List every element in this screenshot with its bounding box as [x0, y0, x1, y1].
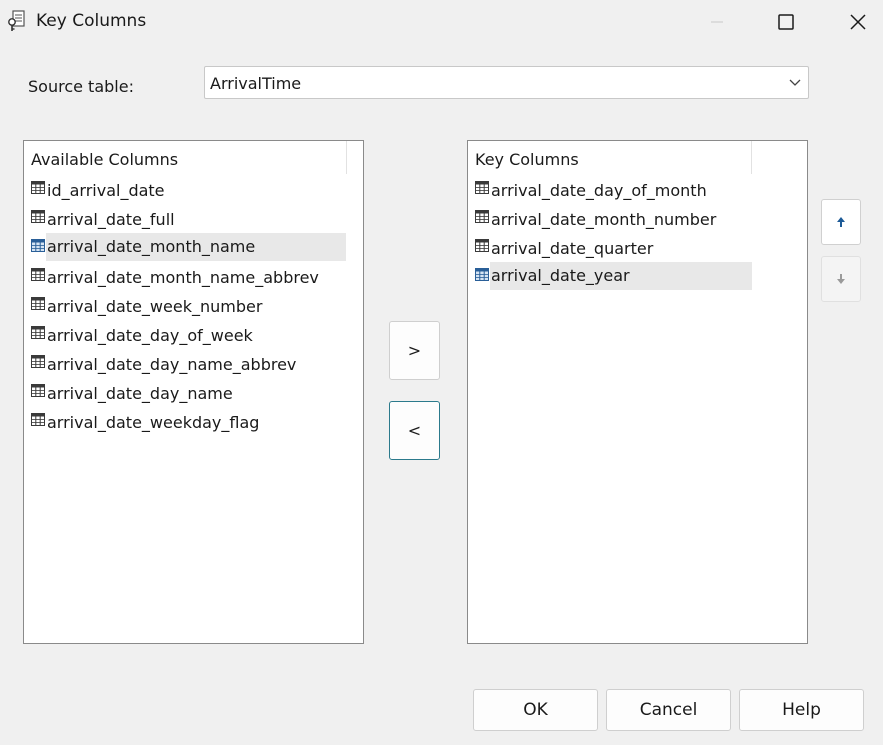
list-item-label: arrival_date_day_name — [47, 384, 233, 403]
close-button[interactable] — [835, 0, 881, 44]
minimize-icon — [711, 21, 723, 23]
column-icon — [475, 210, 489, 223]
key-columns-header[interactable]: Key Columns — [468, 141, 752, 174]
window-title: Key Columns — [36, 11, 147, 31]
chevron-down-icon — [789, 79, 801, 86]
available-columns-list[interactable]: Available Columns id_arrival_datearrival… — [23, 140, 364, 644]
available-columns-header-label: Available Columns — [31, 150, 179, 169]
minimize-button[interactable] — [694, 0, 740, 44]
list-item-label: arrival_date_quarter — [491, 239, 654, 258]
column-icon — [475, 181, 489, 194]
list-item-label: arrival_date_day_of_month — [491, 181, 707, 200]
list-item-label: arrival_date_year — [490, 262, 752, 290]
ok-button[interactable]: OK — [473, 689, 598, 731]
key-table-icon — [8, 10, 25, 31]
column-selected-icon — [31, 239, 45, 252]
help-button[interactable]: Help — [739, 689, 864, 731]
arrow-down-icon — [837, 274, 845, 284]
available-columns-header[interactable]: Available Columns — [24, 141, 347, 174]
column-icon — [31, 297, 45, 310]
list-item-label: arrival_date_week_number — [47, 297, 263, 316]
move-up-button[interactable] — [821, 199, 861, 245]
remove-column-button[interactable]: < — [389, 401, 440, 460]
source-table-dropdown[interactable]: ArrivalTime — [204, 66, 809, 99]
cancel-button[interactable]: Cancel — [606, 689, 731, 731]
list-item-label: arrival_date_month_name_abbrev — [47, 268, 319, 287]
close-icon — [850, 14, 866, 30]
list-item-label: arrival_date_day_name_abbrev — [47, 355, 297, 374]
list-item-label: arrival_date_weekday_flag — [47, 413, 260, 432]
column-icon — [31, 413, 45, 426]
list-item-label: arrival_date_full — [47, 210, 175, 229]
column-icon — [475, 239, 489, 252]
key-columns-header-label: Key Columns — [475, 150, 579, 169]
list-item-label: arrival_date_day_of_week — [47, 326, 253, 345]
maximize-icon — [778, 14, 794, 30]
maximize-button[interactable] — [763, 0, 809, 44]
column-icon — [31, 355, 45, 368]
list-item-label: arrival_date_month_name — [46, 233, 346, 261]
column-icon — [31, 326, 45, 339]
column-selected-icon — [475, 268, 489, 281]
column-icon — [31, 210, 45, 223]
column-icon — [31, 268, 45, 281]
source-table-label: Source table: — [28, 77, 134, 96]
list-item-label: id_arrival_date — [47, 181, 165, 200]
column-icon — [31, 384, 45, 397]
source-table-value: ArrivalTime — [210, 74, 302, 93]
key-columns-list[interactable]: Key Columns arrival_date_day_of_montharr… — [467, 140, 808, 644]
title-bar: Key Columns — [0, 0, 883, 44]
list-item-label: arrival_date_month_number — [491, 210, 717, 229]
column-icon — [31, 181, 45, 194]
add-column-button[interactable]: > — [389, 321, 440, 380]
arrow-up-icon — [837, 217, 845, 227]
move-down-button[interactable] — [821, 256, 861, 302]
